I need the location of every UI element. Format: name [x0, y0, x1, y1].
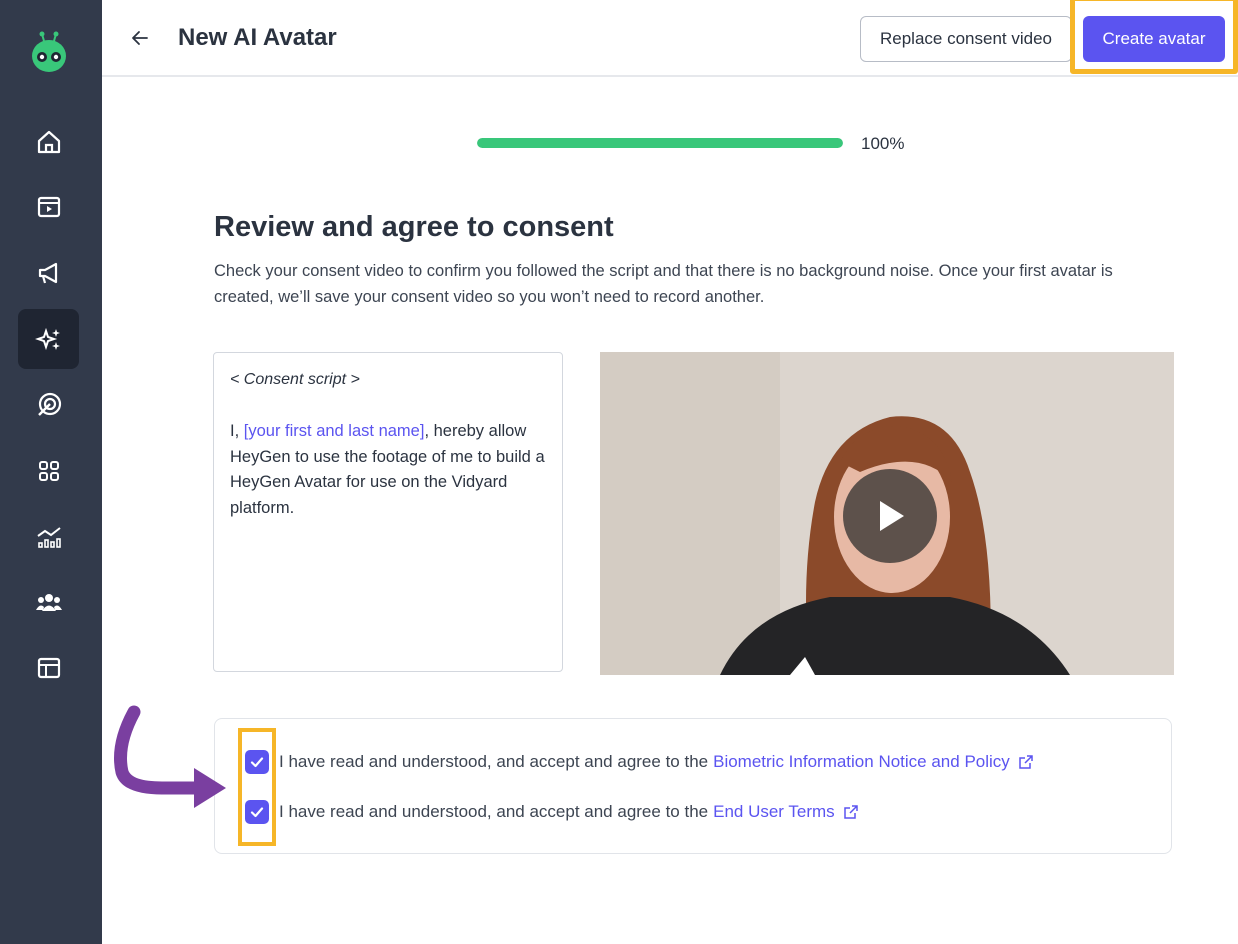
section-description: Check your consent video to confirm you … [214, 262, 1113, 306]
progress-label: 100% [861, 134, 905, 153]
arrow-left-icon [132, 31, 148, 45]
page-header: New AI Avatar Replace consent video Crea… [102, 0, 1238, 77]
sidebar-item-campaigns[interactable] [18, 243, 79, 303]
progress-fill [477, 138, 843, 148]
replace-consent-video-button[interactable]: Replace consent video [860, 16, 1072, 62]
layout-icon [37, 657, 60, 679]
sidebar-item-videos[interactable] [18, 177, 79, 237]
play-button[interactable] [843, 469, 937, 563]
checkbox-highlight [238, 728, 276, 846]
analytics-icon [36, 527, 61, 548]
annotation-arrow-icon [114, 705, 226, 808]
consent-text: I have read and understood, and accept a… [279, 802, 709, 821]
script-prefix: I, [230, 422, 244, 440]
sidebar [0, 0, 102, 944]
section-title: Review and agree to consent [214, 211, 614, 243]
people-icon [35, 594, 62, 611]
external-link-icon[interactable] [843, 804, 859, 820]
back-button[interactable] [126, 24, 154, 52]
consent-checklist: I have read and understood, and accept a… [214, 718, 1172, 854]
consent-text: I have read and understood, and accept a… [279, 752, 709, 771]
consent-row-terms: I have read and understood, and accept a… [245, 800, 859, 824]
sidebar-item-analytics[interactable] [18, 507, 79, 567]
megaphone-icon [38, 262, 57, 284]
script-name-placeholder: [your first and last name] [243, 422, 425, 440]
ai-sparkle-icon [34, 327, 60, 351]
play-icon [880, 501, 904, 531]
sidebar-item-apps[interactable] [18, 441, 79, 501]
end-user-terms-link[interactable]: End User Terms [713, 802, 835, 822]
sidebar-item-team[interactable] [18, 572, 79, 632]
home-icon [37, 130, 60, 154]
target-icon [37, 392, 61, 416]
sidebar-item-ai-avatars[interactable] [18, 309, 79, 369]
consent-script-box: < Consent script > I, [your first and la… [213, 352, 563, 672]
sidebar-item-targets[interactable] [18, 375, 79, 435]
video-library-icon [37, 196, 60, 218]
external-link-icon[interactable] [1018, 754, 1034, 770]
sidebar-item-home[interactable] [18, 112, 79, 172]
script-heading: < Consent script > [230, 371, 360, 388]
apps-grid-icon [38, 461, 59, 481]
sidebar-item-layouts[interactable] [18, 638, 79, 698]
biometric-policy-link[interactable]: Biometric Information Notice and Policy [713, 752, 1010, 772]
create-avatar-button[interactable]: Create avatar [1083, 16, 1225, 62]
script-body: I, [your first and last name], hereby al… [230, 419, 546, 521]
robot-logo[interactable] [29, 30, 69, 76]
progress-bar [477, 138, 843, 148]
consent-row-biometric: I have read and understood, and accept a… [245, 750, 1034, 774]
page-title: New AI Avatar [178, 24, 337, 51]
